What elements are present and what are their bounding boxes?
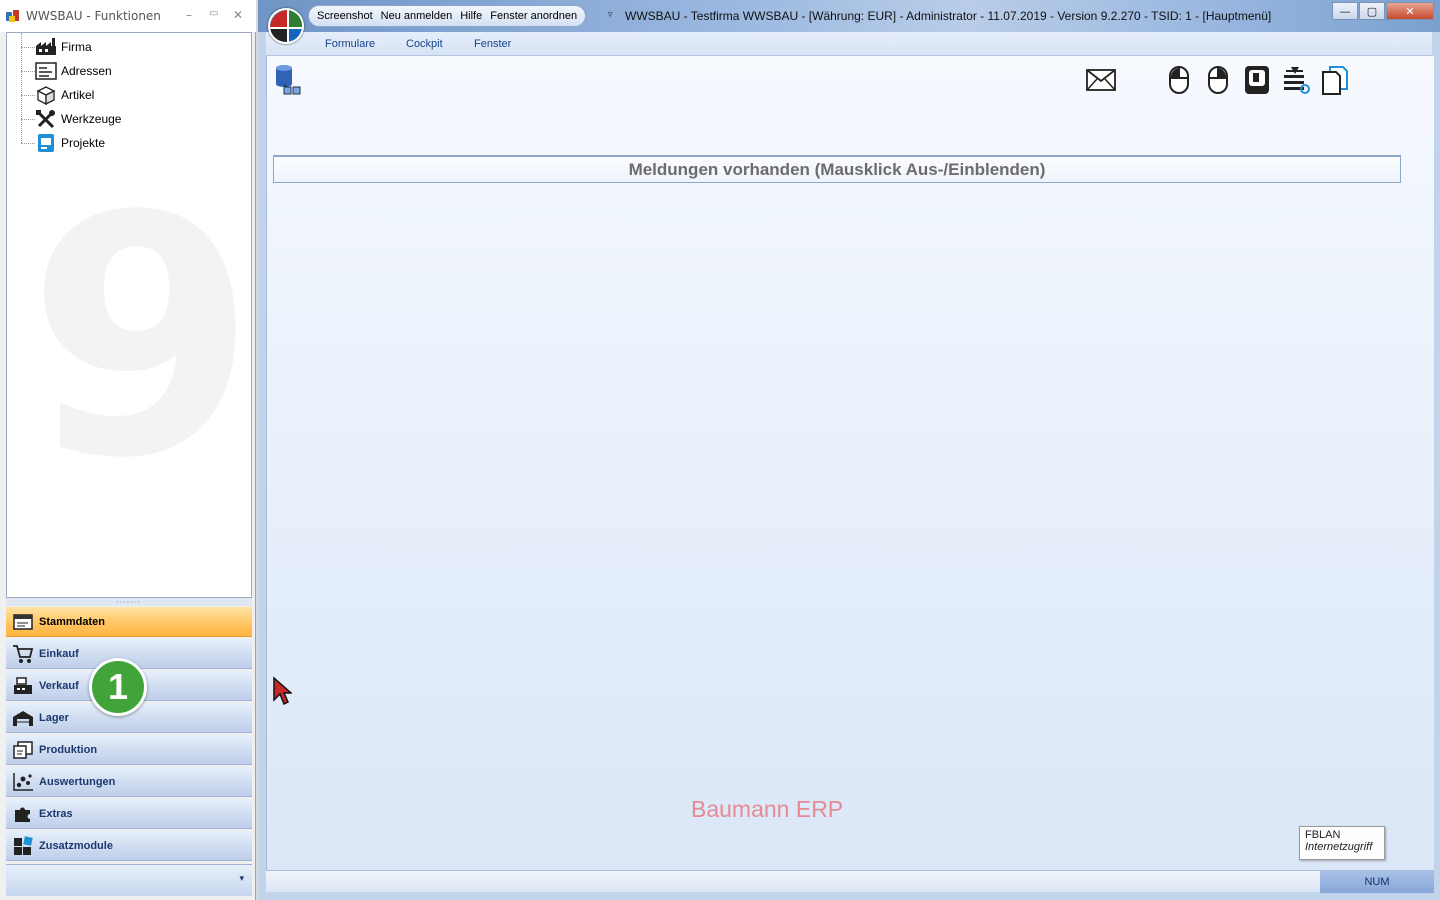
functions-minimize-button[interactable]: –	[186, 8, 192, 22]
document-copy-icon[interactable]	[1319, 64, 1351, 96]
functions-window-titlebar: WWSBAU - Funktionen – ▭ ✕	[0, 0, 256, 32]
nav-label: Auswertungen	[39, 775, 116, 788]
nav-zusatzmodule[interactable]: Zusatzmodule	[6, 831, 252, 861]
master-data-icon	[11, 611, 35, 633]
step-badge: 1	[89, 658, 147, 716]
menu-bar: Formulare Cockpit Fenster	[266, 32, 1432, 56]
pane-splitter[interactable]: ·······	[6, 598, 252, 607]
modules-icon	[11, 835, 35, 857]
tree-item-projekte[interactable]: Projekte	[21, 131, 105, 155]
tree-item-label: Werkzeuge	[61, 112, 122, 126]
tree-item-label: Firma	[61, 40, 92, 54]
tree-item-label: Projekte	[61, 136, 106, 150]
analytics-icon	[11, 771, 35, 793]
brand-label: Baumann ERP	[691, 796, 844, 822]
main-minimize-button[interactable]: —	[1332, 2, 1358, 20]
factory-icon	[35, 37, 57, 57]
tree-item-adressen[interactable]: Adressen	[21, 59, 112, 83]
app-icon	[6, 10, 19, 22]
quick-access-fenster-anordnen[interactable]: Fenster anordnen	[490, 10, 577, 22]
tree-item-label: Artikel	[61, 88, 95, 102]
network-tooltip: FBLAN Internetzugriff	[1299, 826, 1385, 860]
mouse-right-icon[interactable]	[1202, 64, 1234, 96]
tree-item-label: Adressen	[61, 64, 112, 78]
main-window-title: WWSBAU - Testfirma WWSBAU - [Währung: EU…	[625, 9, 1272, 23]
main-close-button[interactable]: ✕	[1386, 2, 1434, 20]
quick-access-neu-anmelden[interactable]: Neu anmelden	[381, 10, 453, 22]
main-window: Screenshot Neu anmelden Hilfe Fenster an…	[258, 0, 1440, 900]
shopping-cart-icon	[11, 643, 35, 665]
mail-icon[interactable]	[1085, 64, 1117, 96]
address-card-icon	[35, 61, 57, 81]
nav-auswertungen[interactable]: Auswertungen	[6, 767, 252, 797]
menu-formulare[interactable]: Formulare	[325, 38, 375, 50]
nav-produktion[interactable]: Produktion	[6, 735, 252, 765]
functions-window-title: WWSBAU - Funktionen	[26, 9, 161, 23]
main-maximize-button[interactable]: ▢	[1359, 2, 1385, 20]
nav-extras[interactable]: Extras	[6, 799, 252, 829]
nav-label: Zusatzmodule	[39, 839, 113, 852]
keyboard-key-icon[interactable]	[1241, 64, 1273, 96]
nav-stammdaten[interactable]: Stammdaten	[6, 607, 252, 637]
nav-overflow-bar[interactable]: ▾	[6, 864, 252, 896]
tree-item-firma[interactable]: Firma	[21, 35, 92, 59]
quick-access-dropdown-icon[interactable]: ▿	[608, 10, 613, 20]
mouse-left-icon[interactable]	[1163, 64, 1195, 96]
nav-label: Lager	[39, 711, 69, 724]
application-orb-button[interactable]	[268, 8, 304, 44]
menu-fenster[interactable]: Fenster	[474, 38, 511, 50]
tools-icon	[35, 109, 57, 129]
production-icon	[11, 739, 35, 761]
functions-close-button[interactable]: ✕	[233, 8, 243, 22]
nav-label: Produktion	[39, 743, 98, 756]
messages-bar-text: Meldungen vorhanden (Mausklick Aus-/Einb…	[628, 159, 1046, 179]
main-window-titlebar: Screenshot Neu anmelden Hilfe Fenster an…	[258, 0, 1440, 32]
tree-item-werkzeuge[interactable]: Werkzeuge	[21, 107, 121, 131]
messages-bar[interactable]: Meldungen vorhanden (Mausklick Aus-/Einb…	[273, 155, 1401, 183]
status-bar: NUM	[266, 870, 1434, 893]
functions-window: WWSBAU - Funktionen – ▭ ✕ 9 Firma Adress…	[0, 0, 256, 900]
nav-label: Einkauf	[39, 647, 79, 660]
tree-item-artikel[interactable]: Artikel	[21, 83, 94, 107]
nav-label: Stammdaten	[39, 615, 106, 628]
quick-access-toolbar: Screenshot Neu anmelden Hilfe Fenster an…	[308, 5, 587, 27]
nav-label: Verkauf	[39, 679, 79, 692]
version-watermark: 9	[27, 146, 252, 530]
nav-label: Extras	[39, 807, 73, 820]
project-icon	[35, 133, 57, 153]
main-workspace: Meldungen vorhanden (Mausklick Aus-/Einb…	[266, 56, 1434, 870]
functions-maximize-button[interactable]: ▭	[209, 8, 218, 19]
cash-register-icon	[11, 675, 35, 697]
network-settings-icon[interactable]	[1280, 64, 1312, 96]
num-lock-indicator: NUM	[1364, 876, 1390, 888]
function-tree: 9 Firma Adressen Artikel Werkzeuge Proje…	[6, 32, 252, 598]
mouse-cursor-icon	[273, 676, 292, 706]
menu-cockpit[interactable]: Cockpit	[406, 38, 443, 50]
network-tooltip-title: FBLAN	[1305, 829, 1341, 841]
status-indicator-panel: NUM	[1320, 871, 1434, 893]
quick-access-screenshot[interactable]: Screenshot	[317, 10, 373, 22]
network-tooltip-status: Internetzugriff	[1305, 841, 1373, 853]
puzzle-icon	[11, 803, 35, 825]
quick-access-hilfe[interactable]: Hilfe	[460, 10, 482, 22]
chevron-down-icon[interactable]: ▾	[239, 874, 244, 884]
database-icon[interactable]	[273, 64, 305, 96]
box-icon	[35, 85, 57, 105]
warehouse-icon	[11, 707, 35, 729]
